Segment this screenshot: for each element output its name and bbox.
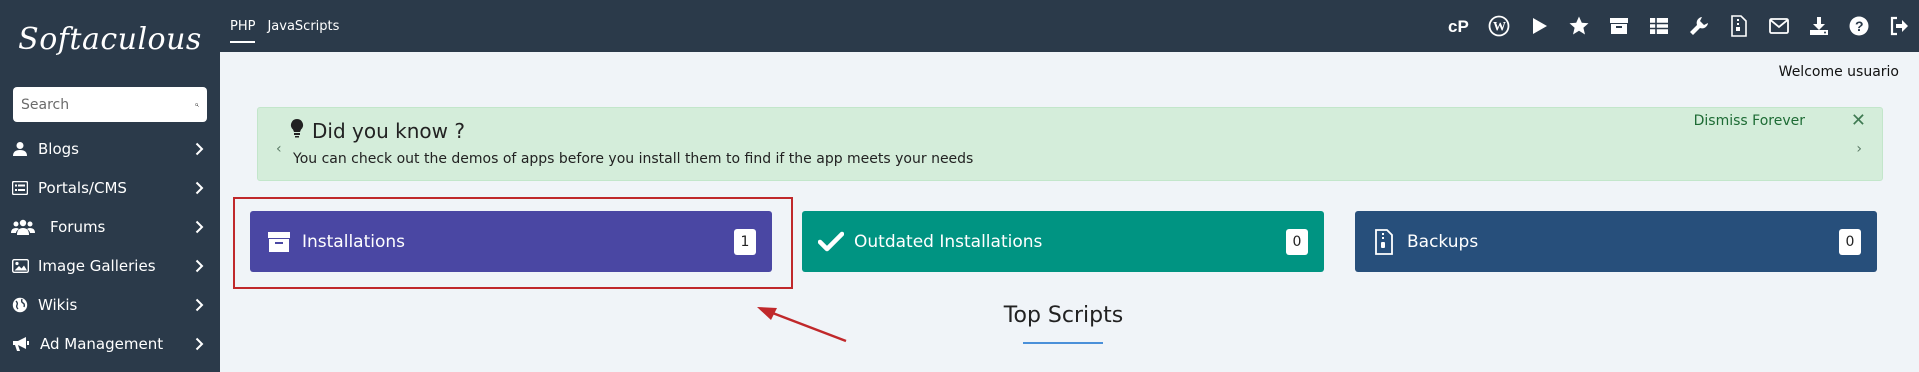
top-toolbar: cP W ? xyxy=(1439,0,1919,52)
did-you-know-text: You can check out the demos of apps befo… xyxy=(293,151,974,167)
svg-text:W: W xyxy=(1493,19,1506,34)
backups-card[interactable]: Backups 0 xyxy=(1355,211,1877,272)
sidebar-item-label: Portals/CMS xyxy=(38,178,127,197)
user-icon xyxy=(10,140,30,158)
wordpress-icon[interactable]: W xyxy=(1479,0,1519,52)
download-icon[interactable] xyxy=(1799,0,1839,52)
chevron-right-icon xyxy=(192,259,206,273)
sidebar-item-label: Blogs xyxy=(38,139,79,158)
chevron-left-icon[interactable]: ‹ xyxy=(276,141,282,157)
backups-label: Backups xyxy=(1407,231,1479,252)
softaculous-logo[interactable]: Softaculous xyxy=(0,0,220,78)
did-you-know-banner: Did you know ? You can check out the dem… xyxy=(257,107,1883,181)
outdated-installations-label: Outdated Installations xyxy=(854,231,1043,252)
checkmark-icon xyxy=(818,229,844,255)
file-zip-icon xyxy=(1371,228,1397,255)
chevron-right-icon xyxy=(192,337,206,351)
file-zip-icon[interactable] xyxy=(1719,0,1759,52)
logout-icon[interactable] xyxy=(1879,0,1919,52)
cpanel-icon[interactable]: cP xyxy=(1439,0,1479,52)
tab-javascripts[interactable]: JavaScripts xyxy=(267,15,339,38)
play-icon[interactable] xyxy=(1519,0,1559,52)
users-icon xyxy=(10,218,36,236)
close-icon[interactable]: ✕ xyxy=(1851,110,1866,131)
chevron-right-icon xyxy=(192,220,206,234)
search-icon[interactable] xyxy=(195,95,199,115)
outdated-installations-card[interactable]: Outdated Installations 0 xyxy=(802,211,1324,272)
backups-count-badge: 0 xyxy=(1839,228,1861,255)
table-icon[interactable] xyxy=(1639,0,1679,52)
top-scripts-underline xyxy=(1023,342,1103,344)
search-box xyxy=(13,87,207,122)
envelope-icon[interactable] xyxy=(1759,0,1799,52)
sidebar-item-label: Image Galleries xyxy=(38,256,156,275)
script-type-tabs: PHP JavaScripts xyxy=(230,0,351,52)
lightbulb-icon xyxy=(290,118,304,143)
sidebar-item-label: Forums xyxy=(50,217,106,236)
sidebar-item-portals-cms[interactable]: Portals/CMS xyxy=(0,168,220,207)
dismiss-forever-link[interactable]: Dismiss Forever xyxy=(1694,113,1805,129)
chevron-right-icon xyxy=(192,181,206,195)
sidebar-item-image-galleries[interactable]: Image Galleries xyxy=(0,246,220,285)
tab-php[interactable]: PHP xyxy=(230,15,256,43)
chevron-right-icon[interactable]: › xyxy=(1856,141,1862,157)
top-scripts-heading: Top Scripts xyxy=(1003,303,1124,328)
did-you-know-title: Did you know ? xyxy=(290,118,465,143)
welcome-text: Welcome usuario xyxy=(1778,64,1899,80)
did-you-know-heading: Did you know ? xyxy=(312,118,465,143)
top-bar: PHP JavaScripts cP W ? xyxy=(220,0,1919,52)
sidebar-item-blogs[interactable]: Blogs xyxy=(0,129,220,168)
sidebar-item-ad-management[interactable]: Ad Management xyxy=(0,324,220,363)
sidebar-item-label: Ad Management xyxy=(40,334,164,353)
list-icon xyxy=(10,179,30,197)
svg-text:?: ? xyxy=(1855,18,1864,34)
chevron-right-icon xyxy=(192,142,206,156)
search-input[interactable] xyxy=(21,96,195,113)
star-icon[interactable] xyxy=(1559,0,1599,52)
help-icon[interactable]: ? xyxy=(1839,0,1879,52)
image-icon xyxy=(10,257,30,275)
installations-highlight-box xyxy=(233,197,793,289)
svg-text:cP: cP xyxy=(1448,17,1469,36)
outdated-count-badge: 0 xyxy=(1286,228,1308,255)
bullhorn-icon xyxy=(10,335,30,353)
archive-icon[interactable] xyxy=(1599,0,1639,52)
wrench-icon[interactable] xyxy=(1679,0,1719,52)
sidebar-item-forums[interactable]: Forums xyxy=(0,207,220,246)
